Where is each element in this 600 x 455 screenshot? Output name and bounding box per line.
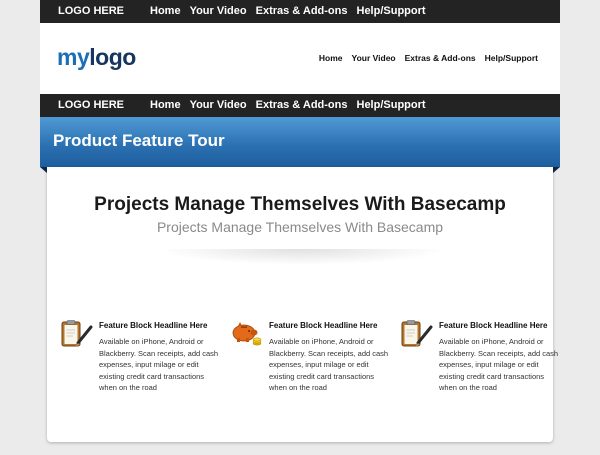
main-headline: Projects Manage Themselves With Basecamp bbox=[94, 194, 506, 215]
feature-title: Feature Block Headline Here bbox=[99, 321, 208, 330]
top-bar-nav: Home Your Video Extras & Add-ons Help/Su… bbox=[150, 5, 426, 17]
ribbon-fold-left bbox=[40, 167, 47, 173]
top-nav-help[interactable]: Help/Support bbox=[357, 5, 426, 17]
top-nav-home[interactable]: Home bbox=[150, 5, 181, 17]
top-nav-your-video[interactable]: Your Video bbox=[190, 5, 247, 17]
feature-text: Available on iPhone, Android or Blackber… bbox=[439, 337, 559, 392]
second-nav-help[interactable]: Help/Support bbox=[357, 99, 426, 111]
brand-logo-logo: logo bbox=[89, 44, 136, 70]
content-card: Projects Manage Themselves With Basecamp… bbox=[47, 167, 558, 442]
header-nav-your-video[interactable]: Your Video bbox=[352, 53, 396, 63]
piggy-bank-icon bbox=[230, 319, 264, 349]
second-nav-extras[interactable]: Extras & Add-ons bbox=[256, 99, 348, 111]
top-bar-logo[interactable]: LOGO HERE bbox=[58, 5, 124, 17]
top-nav-bar: LOGO HERE Home Your Video Extras & Add-o… bbox=[40, 0, 560, 23]
second-nav-home[interactable]: Home bbox=[150, 99, 181, 111]
second-bar-nav: Home Your Video Extras & Add-ons Help/Su… bbox=[150, 99, 426, 111]
feature-title: Feature Block Headline Here bbox=[269, 321, 378, 330]
feature-title: Feature Block Headline Here bbox=[439, 321, 548, 330]
header-nav: Home Your Video Extras & Add-ons Help/Su… bbox=[319, 53, 538, 63]
second-nav-your-video[interactable]: Your Video bbox=[190, 99, 247, 111]
header-nav-home[interactable]: Home bbox=[319, 53, 343, 63]
title-ribbon: Product Feature Tour bbox=[40, 117, 560, 167]
clipboard-pen-icon bbox=[60, 319, 94, 349]
header-nav-extras[interactable]: Extras & Add-ons bbox=[405, 53, 476, 63]
top-nav-extras[interactable]: Extras & Add-ons bbox=[256, 5, 348, 17]
page-title: Product Feature Tour bbox=[53, 131, 225, 150]
brand-logo-my: my bbox=[57, 44, 90, 70]
feature-text: Available on iPhone, Android or Blackber… bbox=[269, 337, 389, 392]
second-nav-bar: LOGO HERE Home Your Video Extras & Add-o… bbox=[40, 94, 560, 117]
ribbon-fold-right bbox=[553, 167, 560, 173]
feature-text: Available on iPhone, Android or Blackber… bbox=[99, 337, 219, 392]
second-bar-logo[interactable]: LOGO HERE bbox=[58, 99, 124, 111]
divider-shadow bbox=[157, 249, 447, 265]
brand-logo[interactable]: mylogo bbox=[57, 44, 136, 71]
header: mylogo Home Your Video Extras & Add-ons … bbox=[40, 23, 560, 94]
clipboard-pen-icon bbox=[400, 319, 434, 349]
header-nav-help[interactable]: Help/Support bbox=[485, 53, 538, 63]
sub-headline: Projects Manage Themselves With Basecamp bbox=[156, 219, 444, 235]
